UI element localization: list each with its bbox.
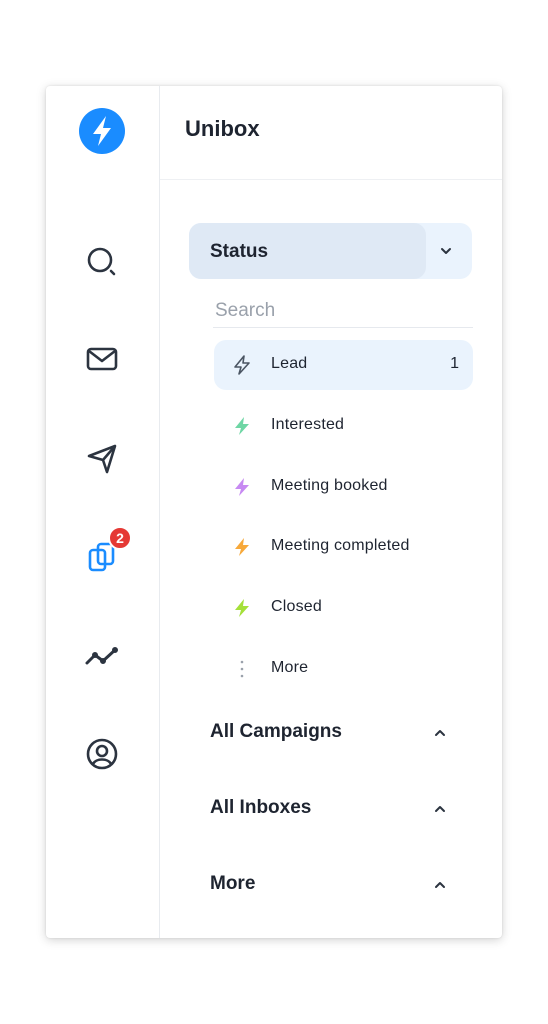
search-icon[interactable] bbox=[80, 240, 124, 284]
status-item-more[interactable]: More bbox=[214, 644, 473, 694]
bolt-icon bbox=[231, 536, 253, 558]
mail-icon[interactable] bbox=[80, 337, 124, 381]
section-all-inboxes[interactable]: All Inboxes bbox=[210, 789, 472, 829]
section-label: All Inboxes bbox=[210, 797, 312, 818]
section-label: All Campaigns bbox=[210, 721, 342, 742]
panel-header: Unibox bbox=[160, 86, 502, 180]
bolt-icon bbox=[231, 597, 253, 619]
status-item-label: Meeting completed bbox=[271, 537, 410, 554]
status-item-label: Closed bbox=[271, 598, 323, 615]
status-item-interested[interactable]: Interested bbox=[214, 401, 473, 451]
account-icon[interactable] bbox=[80, 732, 124, 776]
bolt-outline-icon bbox=[231, 354, 253, 376]
analytics-icon[interactable] bbox=[80, 634, 124, 678]
app-window: 2 Unibox Status Search Lead 1 Interested… bbox=[46, 86, 502, 938]
unibox-panel: Unibox Status Lead 1 bbox=[160, 86, 502, 938]
vertical-dots-icon bbox=[231, 658, 253, 680]
chevron-up-icon[interactable] bbox=[430, 799, 450, 819]
brand-logo-icon[interactable] bbox=[79, 108, 125, 154]
chevron-up-icon[interactable] bbox=[430, 723, 450, 743]
sidebar-rail: 2 bbox=[46, 86, 160, 938]
status-item-meeting-booked[interactable]: Meeting booked bbox=[214, 462, 473, 512]
status-item-label: Meeting booked bbox=[271, 477, 388, 494]
chevron-up-icon[interactable] bbox=[430, 875, 450, 895]
status-label: Status bbox=[210, 241, 269, 262]
status-search-input[interactable] bbox=[213, 294, 473, 328]
bolt-icon bbox=[231, 415, 253, 437]
chevron-down-icon[interactable] bbox=[436, 241, 456, 261]
status-item-closed[interactable]: Closed bbox=[214, 583, 473, 633]
status-item-label: More bbox=[271, 659, 309, 676]
page-title: Unibox bbox=[185, 116, 260, 141]
status-item-label: Interested bbox=[271, 416, 345, 433]
status-label-box: Status bbox=[189, 223, 426, 279]
unread-badge: 2 bbox=[108, 526, 132, 550]
status-item-meeting-completed[interactable]: Meeting completed bbox=[214, 522, 473, 572]
bolt-icon bbox=[231, 476, 253, 498]
status-dropdown[interactable]: Status bbox=[189, 223, 472, 279]
status-item-label: Lead bbox=[271, 355, 308, 372]
status-item-lead[interactable]: Lead 1 bbox=[214, 340, 473, 390]
status-item-count: 1 bbox=[450, 355, 459, 372]
section-all-campaigns[interactable]: All Campaigns bbox=[210, 713, 472, 753]
section-label: More bbox=[210, 873, 256, 894]
send-icon[interactable] bbox=[80, 437, 124, 481]
section-more[interactable]: More bbox=[210, 865, 472, 905]
